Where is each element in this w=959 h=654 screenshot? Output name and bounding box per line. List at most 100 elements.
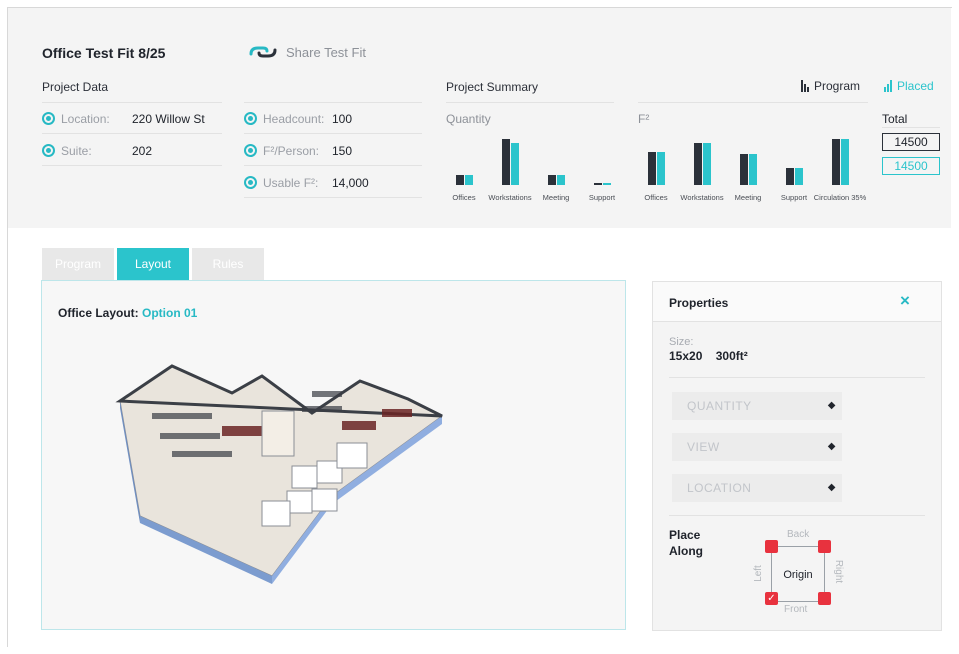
bar-placed xyxy=(703,143,711,185)
area-label: F² xyxy=(638,112,650,126)
bar-placed xyxy=(557,175,565,185)
bar-program xyxy=(548,175,556,185)
category-label: Support xyxy=(588,193,616,202)
radio-checked-icon[interactable] xyxy=(42,112,55,125)
office-floorplan-3d[interactable] xyxy=(112,351,562,586)
radio-checked-icon[interactable] xyxy=(244,176,257,189)
quantity-label: Quantity xyxy=(446,112,491,126)
radio-checked-icon[interactable] xyxy=(244,112,257,125)
bar-group xyxy=(502,139,519,185)
location-label: Location: xyxy=(61,111,110,126)
area-per-person-value: 150 xyxy=(332,143,353,158)
bar-group xyxy=(694,143,711,185)
location-value: 220 Willow St xyxy=(132,111,205,126)
area-per-person-label: F²/Person: xyxy=(263,143,320,158)
tab-rules[interactable]: Rules xyxy=(192,248,264,280)
sort-arrows-icon: ◆ xyxy=(827,482,836,493)
bar-group xyxy=(648,152,665,185)
radio-checked-icon[interactable] xyxy=(42,144,55,157)
right-label: Right xyxy=(833,559,845,584)
size-label: Size: xyxy=(669,336,694,348)
link-icon xyxy=(248,43,278,61)
place-along-label: Place Along xyxy=(669,528,703,558)
size-area: 300ft² xyxy=(715,349,748,363)
tab-program[interactable]: Program xyxy=(42,248,114,280)
bar-program xyxy=(456,175,464,185)
area-per-person-row[interactable]: F²/Person: 150 xyxy=(244,136,422,166)
location-select[interactable]: LOCATION ◆ xyxy=(672,474,842,502)
sort-arrows-icon: ◆ xyxy=(827,441,836,452)
bar-group xyxy=(832,139,849,185)
bar-placed xyxy=(657,152,665,185)
legend-program[interactable]: Program xyxy=(801,79,860,93)
bar-program xyxy=(502,139,510,185)
sort-arrows-icon: ◆ xyxy=(827,400,836,411)
location-select-label: LOCATION xyxy=(687,481,752,495)
left-label: Left xyxy=(752,565,764,582)
area-chart: Offices Workstations Meeting Support Circula… xyxy=(638,135,868,202)
usable-area-value: 14,000 xyxy=(332,175,369,190)
usable-area-row[interactable]: Usable F²: 14,000 xyxy=(244,168,422,198)
share-test-fit-label: Share Test Fit xyxy=(286,44,366,60)
bar-chart-icon xyxy=(801,80,809,92)
bar-group xyxy=(594,183,611,185)
back-label: Back xyxy=(787,529,810,540)
project-data-label: Project Data xyxy=(42,80,109,94)
tab-layout[interactable]: Layout xyxy=(117,248,189,280)
bar-group xyxy=(740,154,757,185)
legend-placed-label: Placed xyxy=(897,79,934,93)
corner-front-left-checkbox-checked[interactable]: ✓ xyxy=(765,592,778,605)
suite-row[interactable]: Suite: 202 xyxy=(42,136,222,166)
headcount-value: 100 xyxy=(332,111,353,126)
corner-back-left-checkbox[interactable] xyxy=(765,540,778,553)
legend-program-label: Program xyxy=(814,79,861,93)
size-value: 15x20 300ft² xyxy=(669,349,748,363)
divider xyxy=(244,102,422,103)
share-test-fit-button[interactable]: Share Test Fit xyxy=(248,43,366,61)
bar-chart-icon xyxy=(884,80,892,92)
bar-program xyxy=(694,143,702,185)
divider xyxy=(638,102,868,103)
corner-back-right-checkbox[interactable] xyxy=(818,540,831,553)
location-row[interactable]: Location: 220 Willow St xyxy=(42,104,222,134)
view-select[interactable]: VIEW ◆ xyxy=(672,433,842,461)
legend-placed[interactable]: Placed xyxy=(884,79,934,93)
corner-front-right-checkbox[interactable] xyxy=(818,592,831,605)
bar-group xyxy=(456,175,473,185)
radio-checked-icon[interactable] xyxy=(244,144,257,157)
bar-program xyxy=(786,168,794,185)
bar-placed xyxy=(465,175,473,185)
divider xyxy=(42,102,222,103)
layout-option-link[interactable]: Option 01 xyxy=(142,306,197,320)
bar-placed xyxy=(795,168,803,185)
bar-group xyxy=(786,168,803,185)
divider xyxy=(446,102,614,103)
usable-area-label: Usable F²: xyxy=(263,175,319,190)
properties-header: Properties × xyxy=(653,282,941,322)
total-program-value: 14500 xyxy=(882,133,940,151)
bar-placed xyxy=(749,154,757,185)
headcount-row[interactable]: Headcount: 100 xyxy=(244,104,422,134)
quantity-select[interactable]: QUANTITY ◆ xyxy=(672,392,842,420)
layout-title-label: Office Layout: xyxy=(58,306,139,320)
total-label: Total xyxy=(882,112,908,126)
suite-value: 202 xyxy=(132,143,153,158)
divider xyxy=(882,127,940,128)
bar-program xyxy=(648,152,656,185)
total-placed-value: 14500 xyxy=(882,157,940,175)
origin-box[interactable]: Origin xyxy=(771,546,825,602)
divider xyxy=(669,515,925,516)
bar-program xyxy=(594,183,602,185)
quantity-chart: Offices Workstations Meeting Support xyxy=(446,135,616,202)
front-label: Front xyxy=(784,604,808,615)
divider xyxy=(669,377,925,378)
layout-title: Office Layout: Option 01 xyxy=(58,306,197,320)
bar-placed xyxy=(603,183,611,185)
bar-placed xyxy=(511,143,519,185)
bar-program xyxy=(832,139,840,185)
size-dimensions: 15x20 xyxy=(669,349,703,363)
close-icon[interactable]: × xyxy=(900,291,910,311)
suite-label: Suite: xyxy=(61,143,92,158)
properties-title: Properties xyxy=(669,296,729,310)
bar-program xyxy=(740,154,748,185)
